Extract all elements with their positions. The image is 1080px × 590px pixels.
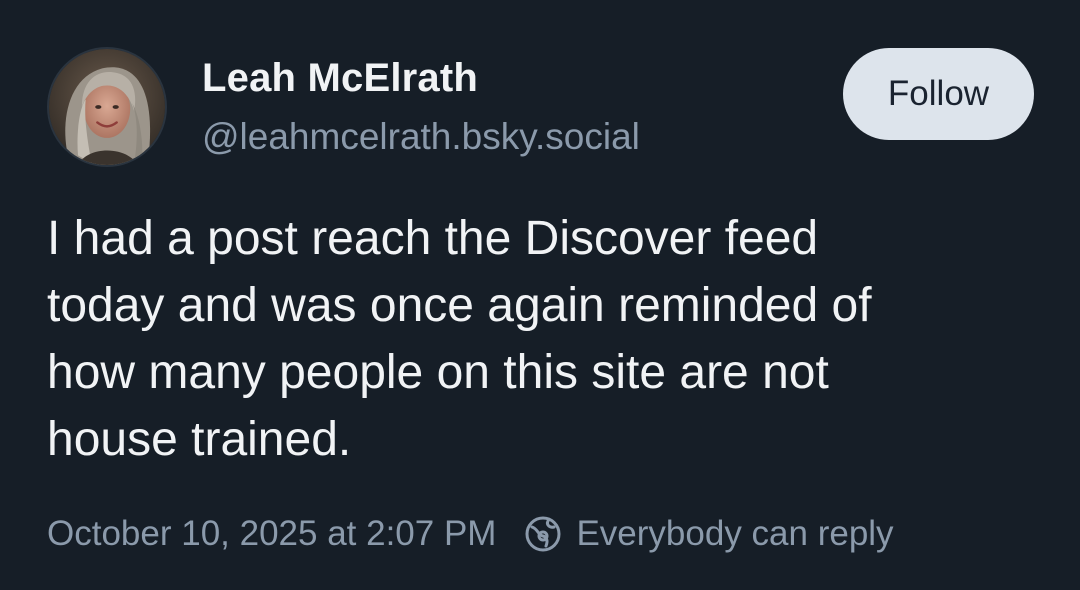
- avatar-image: [49, 49, 165, 165]
- author-handle[interactable]: @leahmcelrath.bsky.social: [202, 116, 640, 158]
- post-text-line: how many people on this site are not: [47, 346, 829, 399]
- post-text-line: I had a post reach the Discover feed: [47, 212, 819, 265]
- reply-setting[interactable]: Everybody can reply: [576, 514, 893, 554]
- globe-icon: [524, 515, 562, 553]
- post-text-line: house trained.: [47, 413, 352, 466]
- post-text: I had a post reach the Discover feed tod…: [47, 205, 1047, 473]
- follow-button[interactable]: Follow: [843, 48, 1034, 140]
- post-text-line: today and was once again reminded of: [47, 279, 872, 332]
- post-meta: October 10, 2025 at 2:07 PM Everybody ca…: [47, 510, 894, 558]
- post-timestamp[interactable]: October 10, 2025 at 2:07 PM: [47, 514, 496, 554]
- author-display-name[interactable]: Leah McElrath: [202, 56, 478, 101]
- post-card: Leah McElrath @leahmcelrath.bsky.social …: [0, 0, 1080, 590]
- avatar[interactable]: [47, 47, 167, 167]
